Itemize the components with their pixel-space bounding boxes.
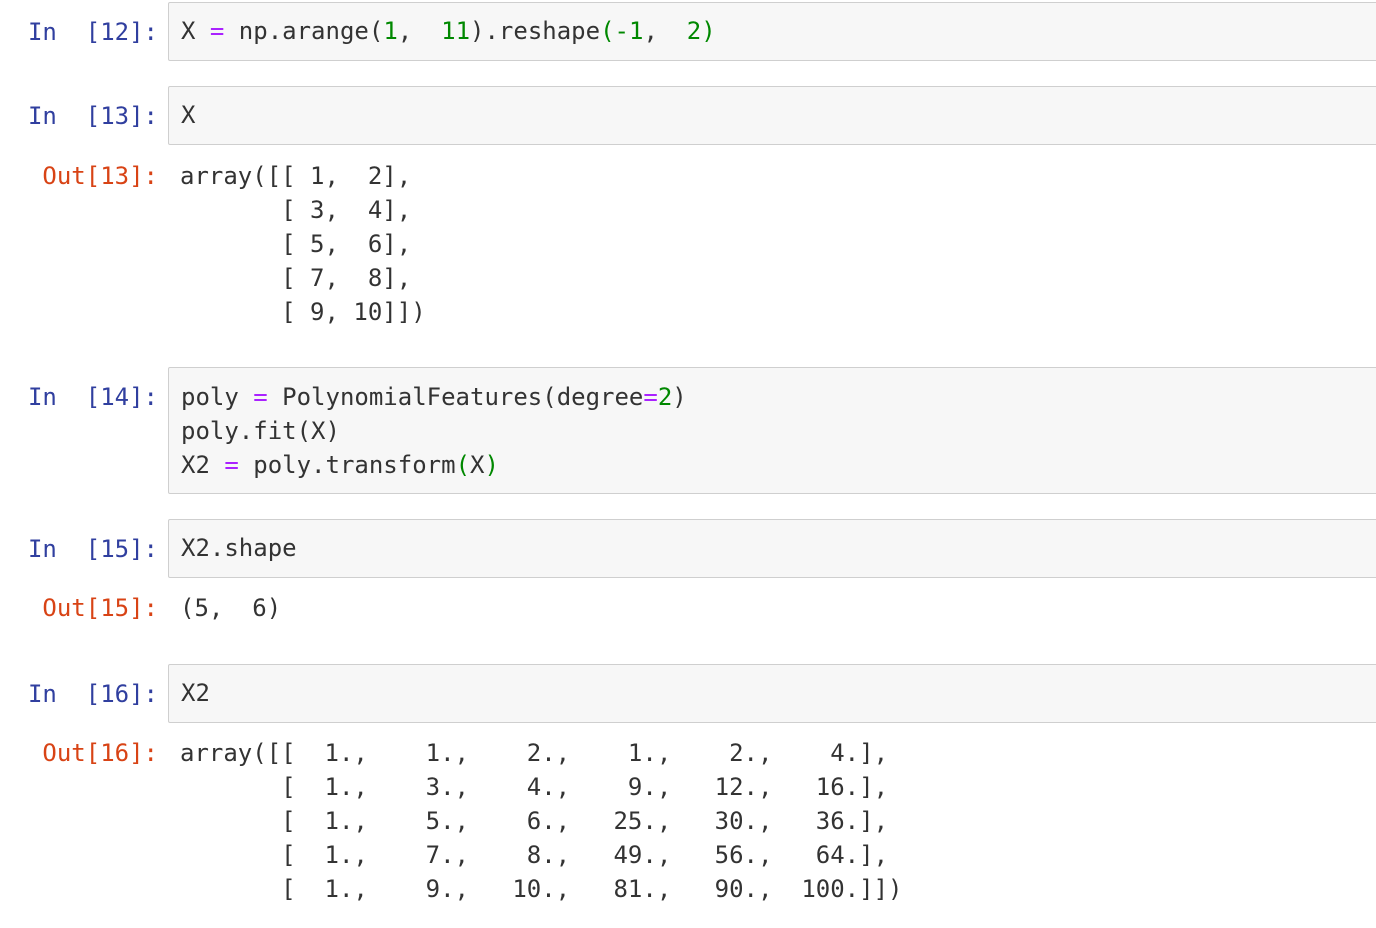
output-16: array([[ 1., 1., 2., 1., 2., 4.], [ 1., … bbox=[180, 739, 903, 903]
out-prompt-15: Out[15]: bbox=[42, 594, 158, 622]
in-prompt-14: In [14]: bbox=[27, 383, 158, 411]
code-input-15[interactable]: X2.shape bbox=[168, 519, 1376, 578]
out-prompt-13: Out[13]: bbox=[42, 162, 158, 190]
code-input-12[interactable]: X = np.arange(1, 11).reshape(-1, 2) bbox=[168, 2, 1376, 61]
out-prompt-16: Out[16]: bbox=[42, 739, 158, 767]
code-text-14: poly = PolynomialFeatures(degree=2) poly… bbox=[181, 383, 687, 479]
in-prompt-16: In [16]: bbox=[27, 680, 158, 708]
output-15: (5, 6) bbox=[180, 594, 282, 622]
code-text-15: X2.shape bbox=[181, 534, 297, 562]
in-prompt-12: In [12]: bbox=[27, 18, 158, 46]
code-input-13[interactable]: X bbox=[168, 86, 1376, 145]
code-input-14[interactable]: poly = PolynomialFeatures(degree=2) poly… bbox=[168, 367, 1376, 494]
code-text-16: X2 bbox=[181, 679, 210, 707]
code-text-13: X bbox=[181, 101, 196, 129]
in-prompt-13: In [13]: bbox=[27, 102, 158, 130]
code-text-12: X = np.arange(1, 11).reshape(-1, 2) bbox=[181, 17, 716, 45]
in-prompt-15: In [15]: bbox=[27, 535, 158, 563]
output-13: array([[ 1, 2], [ 3, 4], [ 5, 6], [ 7, 8… bbox=[180, 162, 426, 326]
code-input-16[interactable]: X2 bbox=[168, 664, 1376, 723]
